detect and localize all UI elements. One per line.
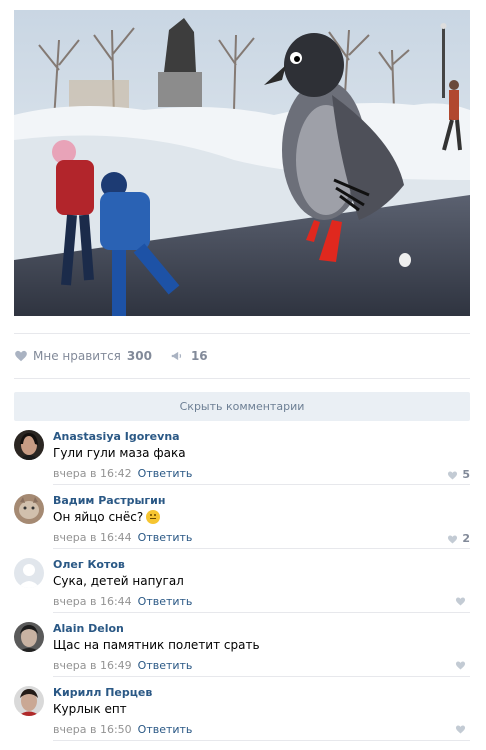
comment-text: Сука, детей напугал <box>53 574 184 588</box>
comment-time[interactable]: вчера в 16:50 <box>53 723 132 736</box>
comment-text: Гули гули маза фака <box>53 446 186 460</box>
megaphone-icon <box>171 351 182 361</box>
reply-link[interactable]: Ответить <box>138 723 193 736</box>
reply-link[interactable]: Ответить <box>138 467 193 480</box>
comment-divider <box>53 740 470 741</box>
avatar[interactable] <box>14 622 44 652</box>
post-divider-bottom <box>14 378 470 379</box>
comment-time[interactable]: вчера в 16:44 <box>53 531 132 544</box>
comment-meta: вчера в 16:42 Ответить <box>53 467 192 480</box>
reply-link[interactable]: Ответить <box>138 531 193 544</box>
reply-link[interactable]: Ответить <box>138 595 193 608</box>
comment-text: Он яйцо снёс? <box>53 510 161 524</box>
heart-icon <box>455 597 466 606</box>
comment-text-content: Он яйцо снёс? <box>53 510 144 524</box>
comment-meta: вчера в 16:49 Ответить <box>53 659 192 672</box>
comment-time[interactable]: вчера в 16:49 <box>53 659 132 672</box>
avatar[interactable] <box>14 558 44 588</box>
comment-like-button[interactable] <box>455 660 470 670</box>
comment-time[interactable]: вчера в 16:44 <box>53 595 132 608</box>
heart-icon <box>448 534 458 544</box>
comment-like-button[interactable] <box>455 724 470 734</box>
comment-divider <box>53 548 470 549</box>
repost-count: 16 <box>190 349 208 363</box>
avatar[interactable] <box>14 430 44 460</box>
comment-text: Курлык епт <box>53 702 127 716</box>
avatar[interactable] <box>14 494 44 524</box>
comment-meta: вчера в 16:44 Ответить <box>53 595 192 608</box>
post-divider-top <box>14 333 470 334</box>
comment-author[interactable]: Вадим Растрыгин <box>53 494 165 507</box>
avatar[interactable] <box>14 686 44 716</box>
like-count: 300 <box>126 349 152 363</box>
repost-button[interactable]: 16 <box>170 349 208 363</box>
comment-meta: вчера в 16:50 Ответить <box>53 723 192 736</box>
comment-author[interactable]: Anastasiya Igorevna <box>53 430 180 443</box>
like-button[interactable]: Мне нравится 300 <box>14 349 152 363</box>
comment-like-button[interactable] <box>455 596 470 606</box>
reply-link[interactable]: Ответить <box>138 659 193 672</box>
hide-comments-button[interactable]: Скрыть комментарии <box>14 392 470 421</box>
comment-like-count: 5 <box>462 468 470 481</box>
comment-like-count: 2 <box>462 532 470 545</box>
emoji-neutral-face-icon <box>146 510 161 524</box>
comment-like-button[interactable]: 5 <box>447 468 470 481</box>
heart-icon <box>15 350 27 362</box>
heart-icon <box>455 725 466 734</box>
post-actions: Мне нравится 300 16 <box>14 346 208 366</box>
comment-meta: вчера в 16:44 Ответить <box>53 531 192 544</box>
comment-author[interactable]: Alain Delon <box>53 622 124 635</box>
comment-text: Щас на памятник полетит срать <box>53 638 260 652</box>
heart-icon <box>455 661 466 670</box>
like-label: Мне нравится <box>33 349 121 363</box>
post-photo[interactable] <box>14 10 470 316</box>
comment-divider <box>53 612 470 613</box>
heart-icon <box>448 470 458 480</box>
comment-time[interactable]: вчера в 16:42 <box>53 467 132 480</box>
comment-author[interactable]: Олег Котов <box>53 558 125 571</box>
comment-author[interactable]: Кирилл Перцев <box>53 686 152 699</box>
comment-divider <box>53 484 470 485</box>
comment-like-button[interactable]: 2 <box>447 532 470 545</box>
comment-divider <box>53 676 470 677</box>
